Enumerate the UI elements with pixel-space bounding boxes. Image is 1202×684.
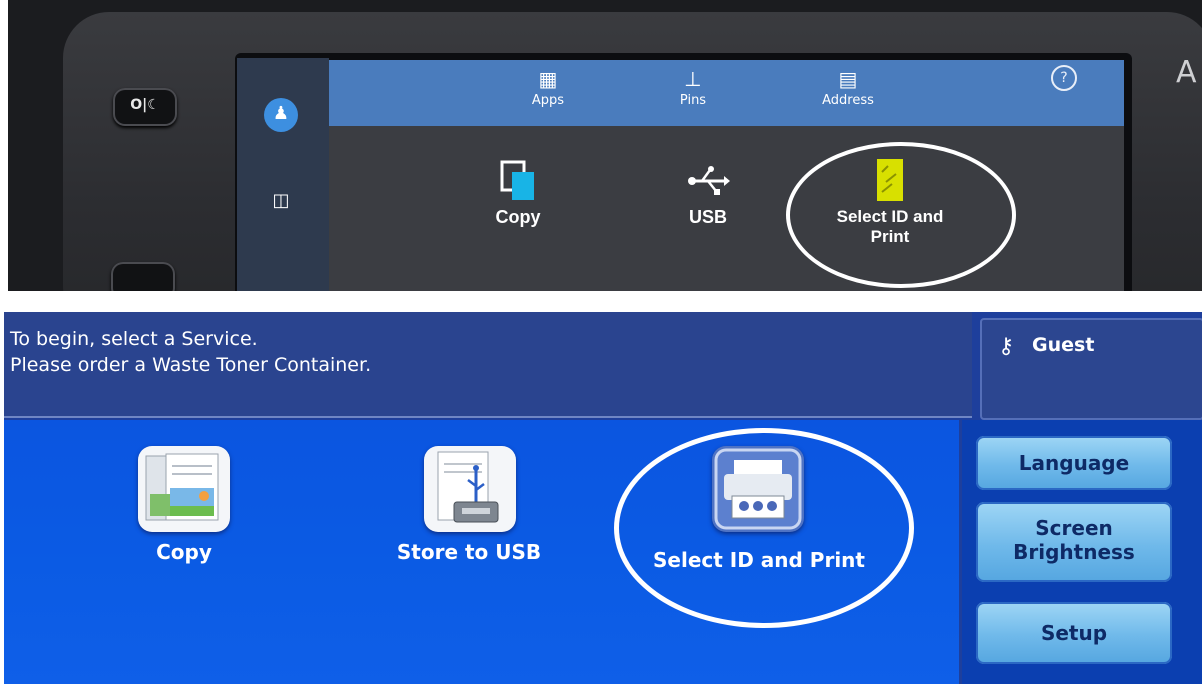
tab-address-label: Address bbox=[822, 93, 874, 108]
setup-button-label: Setup bbox=[1040, 621, 1108, 645]
service-store-to-usb-label: Store to USB bbox=[396, 540, 542, 564]
screen-brightness-label-1: Screen bbox=[1035, 516, 1113, 540]
language-button-label: Language bbox=[1018, 451, 1130, 475]
brand-logo-text: A bbox=[1176, 55, 1197, 90]
lock-user-icon: ⚷ bbox=[997, 334, 1015, 359]
tab-pins[interactable]: ⊥ Pins bbox=[648, 60, 738, 108]
screen-brightness-button[interactable]: Screen Brightness bbox=[976, 502, 1172, 582]
app-usb-label: USB bbox=[688, 207, 727, 227]
app-usb[interactable]: USB bbox=[668, 160, 748, 228]
globe-icon[interactable]: ◫ bbox=[267, 185, 295, 213]
usb-icon bbox=[688, 166, 730, 195]
power-button-label: O|☾ bbox=[130, 97, 160, 113]
message-bar: To begin, select a Service. Please order… bbox=[4, 312, 972, 418]
copy-icon bbox=[500, 160, 534, 200]
service-copy[interactable] bbox=[138, 446, 230, 532]
user-icon[interactable]: ♟ bbox=[264, 98, 298, 132]
address-book-icon: ▤ bbox=[838, 67, 858, 91]
tab-apps[interactable]: ▦ Apps bbox=[503, 60, 593, 108]
highlight-ellipse bbox=[786, 142, 1016, 288]
left-rail bbox=[237, 58, 329, 291]
home-hardware-button[interactable] bbox=[111, 262, 175, 291]
top-tab-bar: ▦ Apps ⊥ Pins ▤ Address bbox=[329, 60, 1124, 126]
screen-brightness-label-2: Brightness bbox=[1013, 540, 1135, 564]
message-line-1: To begin, select a Service. bbox=[10, 328, 258, 350]
copy-icon bbox=[145, 453, 219, 521]
printer-panel-classic: To begin, select a Service. Please order… bbox=[4, 312, 1202, 684]
service-copy-label: Copy bbox=[156, 540, 212, 564]
tab-pins-label: Pins bbox=[679, 93, 707, 108]
apps-icon: ▦ bbox=[538, 67, 558, 91]
service-store-to-usb[interactable] bbox=[424, 446, 516, 532]
highlight-ellipse bbox=[614, 428, 914, 628]
tab-apps-label: Apps bbox=[531, 93, 565, 108]
guest-login-button[interactable]: ⚷ Guest bbox=[980, 318, 1202, 420]
language-button[interactable]: Language bbox=[976, 436, 1172, 490]
message-line-2: Please order a Waste Toner Container. bbox=[10, 354, 372, 376]
help-icon[interactable]: ? bbox=[1051, 65, 1077, 91]
guest-label: Guest bbox=[1032, 334, 1095, 356]
tab-address[interactable]: ▤ Address bbox=[803, 60, 893, 108]
app-copy-label: Copy bbox=[495, 207, 541, 227]
app-copy[interactable]: Copy bbox=[478, 158, 558, 228]
pins-icon: ⊥ bbox=[684, 67, 702, 91]
store-to-usb-icon bbox=[437, 451, 499, 523]
setup-button[interactable]: Setup bbox=[976, 602, 1172, 664]
power-saver-button[interactable]: O|☾ bbox=[113, 88, 177, 126]
printer-panel-modern: A O|☾ ♟ ◫ ▦ Apps ⊥ Pins ▤ Address ? Copy bbox=[8, 0, 1202, 291]
